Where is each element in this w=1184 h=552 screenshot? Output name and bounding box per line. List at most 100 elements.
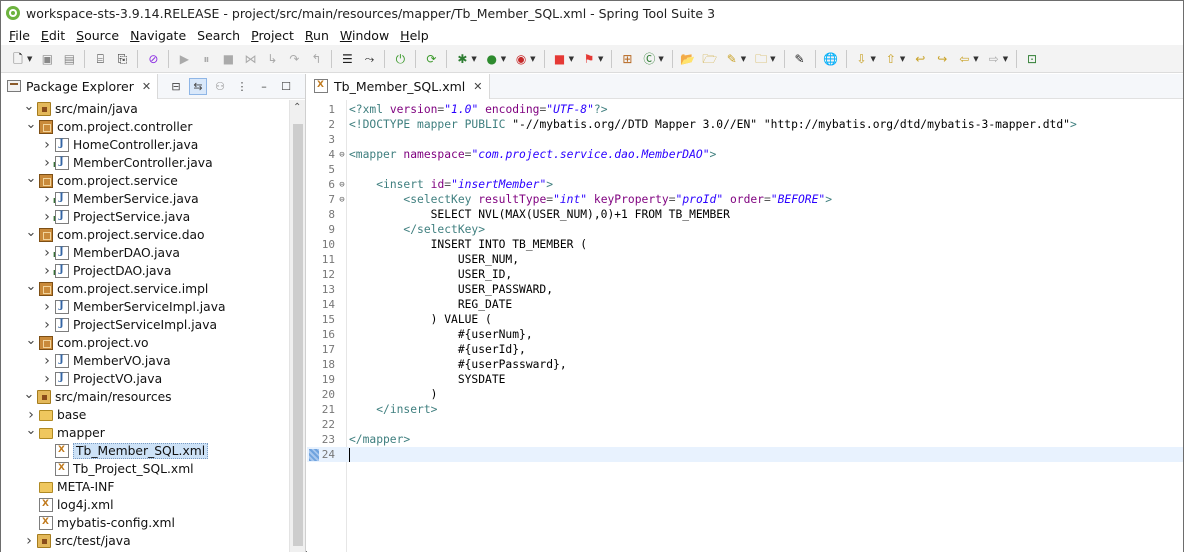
tree-item[interactable]: › HomeController.java	[1, 136, 289, 154]
tree-item[interactable]: › ProjectServiceImpl.java	[1, 316, 289, 334]
code-area[interactable]: 1 <?xml version="1.0" encoding="UTF-8"?> 2…	[307, 100, 1183, 552]
tree-item[interactable]: Tb_Member_SQL.xml	[1, 442, 289, 460]
expanded-chevron-icon[interactable]: ⌄	[25, 117, 37, 132]
code-line[interactable]: 23 </mapper>	[307, 432, 1183, 447]
previous-annotation-dropdown-icon[interactable]: ▼	[900, 55, 905, 63]
new-java-class-icon[interactable]: Ⓒ	[641, 51, 657, 67]
collapsed-chevron-icon[interactable]: ›	[41, 371, 53, 387]
code-line[interactable]: 18 #{userPassward},	[307, 357, 1183, 372]
code-line[interactable]: 19 SYSDATE	[307, 372, 1183, 387]
collapsed-chevron-icon[interactable]: ›	[25, 407, 37, 423]
code-line[interactable]: 7 ⊖ <selectKey resultType = "int" keyProper…	[307, 192, 1183, 207]
collapsed-chevron-icon[interactable]: ›	[41, 299, 53, 315]
expanded-chevron-icon[interactable]: ⌄	[25, 171, 37, 186]
new-class-dropdown-icon[interactable]: ▼	[658, 55, 663, 63]
run-dropdown-icon[interactable]: ▼	[501, 55, 506, 63]
edit-pencil-icon[interactable]: ✎	[724, 51, 740, 67]
fold-toggle-icon[interactable]: ⊖	[337, 195, 347, 205]
step-into-icon[interactable]: ↳	[264, 51, 280, 67]
tree-item[interactable]: mybatis-config.xml	[1, 514, 289, 532]
open-resource-icon[interactable]: ⎘	[114, 51, 130, 67]
collapsed-chevron-icon[interactable]: ›	[41, 137, 53, 153]
tree-item[interactable]: › ProjectDAO.java	[1, 262, 289, 280]
previous-annotation-icon[interactable]: ⇧	[883, 51, 899, 67]
tree-item[interactable]: ⌄ com.project.service.impl	[1, 279, 289, 298]
open-type-icon[interactable]: ⌸	[92, 51, 108, 67]
minimize-icon[interactable]: –	[255, 78, 273, 95]
close-icon[interactable]: ✕	[142, 80, 151, 93]
open-folder-icon[interactable]: 📂	[680, 51, 696, 67]
menu-item-project[interactable]: Project	[247, 28, 298, 43]
tree-item[interactable]: log4j.xml	[1, 496, 289, 514]
menu-item-search[interactable]: Search	[193, 28, 244, 43]
next-annotation-dropdown-icon[interactable]: ▼	[871, 55, 876, 63]
code-line[interactable]: 3	[307, 132, 1183, 147]
code-line[interactable]: 5	[307, 162, 1183, 177]
code-line[interactable]: 9 </selectKey>	[307, 222, 1183, 237]
spring-boot-dashboard-icon[interactable]: ⏻	[392, 51, 408, 67]
collapsed-chevron-icon[interactable]: ›	[23, 533, 35, 549]
debug-icon[interactable]: ✱	[454, 51, 470, 67]
collapsed-chevron-icon[interactable]: ›	[41, 155, 53, 171]
step-over-icon[interactable]: ↷	[286, 51, 302, 67]
collapsed-chevron-icon[interactable]: ›	[41, 263, 53, 279]
refresh-spring-icon[interactable]: ⟳	[423, 51, 439, 67]
new-icon[interactable]: 🗋	[10, 51, 26, 67]
close-icon[interactable]: ✕	[473, 80, 482, 93]
expanded-chevron-icon[interactable]: ⌄	[25, 225, 37, 240]
collapsed-chevron-icon[interactable]: ›	[41, 317, 53, 333]
code-line[interactable]: 24	[307, 447, 1183, 462]
step-return-icon[interactable]: ↰	[308, 51, 324, 67]
code-line[interactable]: 22	[307, 417, 1183, 432]
menu-item-file[interactable]: File	[5, 28, 34, 43]
tree-item[interactable]: Tb_Project_SQL.xml	[1, 460, 289, 478]
tree-item[interactable]: ⌄ com.project.controller	[1, 117, 289, 136]
tree-item[interactable]: META-INF	[1, 478, 289, 496]
explorer-scrollbar-thumb[interactable]	[293, 124, 303, 546]
new-dropdown-icon[interactable]: ▼	[27, 55, 32, 63]
code-line[interactable]: 4 ⊖ <mapper namespace="com.project.service…	[307, 147, 1183, 162]
menu-item-help[interactable]: Help	[396, 28, 433, 43]
code-line[interactable]: 17 #{userId},	[307, 342, 1183, 357]
skip-breakpoints-icon[interactable]: ⊘	[145, 51, 161, 67]
code-line[interactable]: 20 )	[307, 387, 1183, 402]
code-line[interactable]: 1 <?xml version="1.0" encoding="UTF-8"?>	[307, 102, 1183, 117]
tree-item[interactable]: › MemberController.java	[1, 154, 289, 172]
forward-dropdown-icon[interactable]: ▼	[1003, 55, 1008, 63]
tree-item[interactable]: › src/test/java	[1, 532, 289, 550]
relaunch-dropdown-icon[interactable]: ▼	[598, 55, 603, 63]
tab-tb-member-sql-xml[interactable]: Tb_Member_SQL.xml ✕	[307, 73, 491, 99]
code-line[interactable]: 12 USER_ID,	[307, 267, 1183, 282]
focus-on-active-task-icon[interactable]: ⚇	[211, 78, 229, 95]
code-line[interactable]: 21 </insert>	[307, 402, 1183, 417]
stop-icon[interactable]: ■	[552, 51, 568, 67]
menu-item-run[interactable]: Run	[301, 28, 333, 43]
tree-item[interactable]: › ProjectService.java	[1, 208, 289, 226]
run-external-tools-icon[interactable]: ◉	[513, 51, 529, 67]
tree-item[interactable]: › ProjectVO.java	[1, 370, 289, 388]
fold-toggle-icon[interactable]: ⊖	[337, 180, 347, 190]
open-perspective-icon[interactable]: ⊡	[1024, 51, 1040, 67]
collapsed-chevron-icon[interactable]: ›	[41, 209, 53, 225]
tree-item[interactable]: ⌄ mapper	[1, 423, 289, 442]
back-icon[interactable]: ⇦	[956, 51, 972, 67]
code-line[interactable]: 2 <!DOCTYPE mapper PUBLIC "-//mybatis.org…	[307, 117, 1183, 132]
last-edit-location-icon[interactable]: ↩	[912, 51, 928, 67]
expanded-chevron-icon[interactable]: ⌄	[25, 279, 37, 294]
tree-item[interactable]: ⌄ com.project.service	[1, 171, 289, 190]
menu-item-window[interactable]: Window	[336, 28, 393, 43]
edit-dropdown-icon[interactable]: ▼	[741, 55, 746, 63]
code-line[interactable]: 14 REG_DATE	[307, 297, 1183, 312]
task-list-icon[interactable]: ☰	[339, 51, 355, 67]
collapsed-chevron-icon[interactable]: ›	[41, 245, 53, 261]
external-tools-dropdown-icon[interactable]: ▼	[530, 55, 535, 63]
tree-item[interactable]: › base	[1, 406, 289, 424]
tree-item[interactable]: ⌄ com.project.vo	[1, 333, 289, 352]
collapsed-chevron-icon[interactable]: ›	[41, 191, 53, 207]
expanded-chevron-icon[interactable]: ⌄	[25, 333, 37, 348]
search-dropdown-icon[interactable]: ▼	[770, 55, 775, 63]
expanded-chevron-icon[interactable]: ⌄	[23, 387, 35, 402]
use-step-filters-icon[interactable]: ⤳	[361, 51, 377, 67]
code-line[interactable]: 13 USER_PASSWARD,	[307, 282, 1183, 297]
save-icon[interactable]: ▣	[39, 51, 55, 67]
